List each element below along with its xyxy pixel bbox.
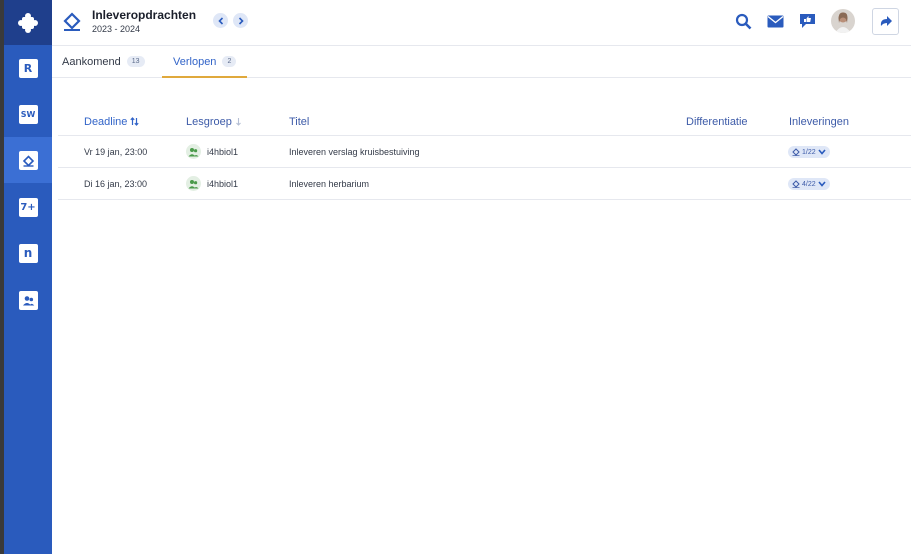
previous-year-button[interactable]	[213, 13, 228, 28]
column-header-titel[interactable]: Titel	[289, 116, 309, 128]
thumbs-up-chat-icon	[799, 14, 815, 28]
inlever-icon	[792, 148, 800, 156]
inleveringen-count: 4/22	[802, 180, 816, 188]
inleveropdrachten-app-icon	[63, 12, 81, 31]
sidebar-item-inleveropdrachten[interactable]	[4, 137, 52, 183]
inleveringen-dropdown[interactable]: 4/22	[788, 178, 830, 190]
table-header: Deadline Lesgroep Titel Differentiatie I…	[58, 110, 911, 136]
lesgroep-cell: i4hbiol1	[207, 147, 239, 157]
sidebar-item-rooster[interactable]: R	[4, 45, 52, 91]
search-icon	[735, 13, 751, 29]
studiewijzer-icon: SW	[18, 104, 38, 124]
sidebar: R SW 7+ n	[4, 0, 52, 554]
tab-bar: Aankomend 13 Verlopen 2	[52, 46, 911, 78]
user-photo-icon	[835, 12, 851, 33]
rooster-glyph: R	[23, 61, 33, 75]
school-year: 2023 - 2024	[92, 24, 141, 34]
column-label: Lesgroep	[186, 116, 232, 128]
count-badge: 13	[126, 56, 145, 67]
chevron-down-icon	[818, 149, 826, 155]
sort-arrow-icon	[236, 118, 241, 126]
titel-cell[interactable]: Inleveren herbarium	[289, 179, 369, 189]
assignments-table: Deadline Lesgroep Titel Differentiatie I…	[58, 110, 911, 200]
group-icon	[186, 176, 201, 191]
search-button[interactable]	[733, 11, 753, 31]
tab-aankomend[interactable]: Aankomend 13	[62, 46, 145, 77]
sidebar-item-notities[interactable]: n	[4, 230, 52, 276]
group-icon	[186, 144, 201, 159]
lesgroep-cell: i4hbiol1	[207, 179, 239, 189]
column-header-deadline[interactable]: Deadline	[84, 116, 140, 128]
messages-button[interactable]	[765, 11, 785, 31]
column-header-lesgroep[interactable]: Lesgroep	[186, 116, 242, 128]
groepen-icon	[18, 290, 38, 310]
page-title: Inleveropdrachten	[92, 8, 197, 22]
inleveropdrachten-icon	[18, 150, 38, 170]
deadline-cell: Vr 19 jan, 23:00	[84, 147, 148, 157]
sort-descending-icon	[130, 117, 140, 126]
cijfers-glyph: 7+	[20, 201, 36, 213]
feedback-button[interactable]	[797, 11, 817, 31]
logout-arrow-icon	[880, 16, 892, 26]
inleveringen-dropdown[interactable]: 1/22	[788, 146, 830, 158]
sidebar-item-cijfers[interactable]: 7+	[4, 184, 52, 230]
tab-label: Aankomend	[62, 55, 121, 68]
table-row[interactable]: Vr 19 jan, 23:00 i4hbiol1 Inleveren vers…	[58, 136, 911, 168]
next-year-button[interactable]	[233, 13, 248, 28]
titel-cell[interactable]: Inleveren verslag kruisbestuiving	[289, 147, 420, 157]
cijfers-icon: 7+	[18, 197, 38, 217]
chevron-down-icon	[818, 181, 826, 187]
envelope-icon	[767, 15, 783, 27]
column-header-differentiatie[interactable]: Differentiatie	[686, 116, 748, 128]
inlever-icon	[792, 180, 800, 188]
puzzle-icon	[18, 12, 38, 33]
app-logo[interactable]	[4, 0, 52, 45]
top-bar: Inleveropdrachten 2023 - 2024	[52, 0, 911, 46]
sidebar-item-studiewijzer[interactable]: SW	[4, 91, 52, 137]
column-header-inleveringen[interactable]: Inleveringen	[789, 116, 849, 128]
studiewijzer-glyph: SW	[20, 109, 36, 119]
chevron-left-icon	[217, 16, 223, 25]
table-row[interactable]: Di 16 jan, 23:00 i4hbiol1 Inleveren herb…	[58, 168, 911, 200]
avatar[interactable]	[831, 9, 855, 33]
tab-label: Verlopen	[173, 55, 217, 68]
logout-button[interactable]	[872, 8, 899, 35]
notities-glyph: n	[23, 246, 33, 260]
rooster-icon: R	[18, 58, 38, 78]
active-tab-indicator	[162, 76, 248, 78]
inleveringen-count: 1/22	[802, 148, 816, 156]
sidebar-item-groepen[interactable]	[4, 277, 52, 323]
notities-icon: n	[18, 243, 38, 263]
deadline-cell: Di 16 jan, 23:00	[84, 179, 148, 189]
column-label: Deadline	[84, 116, 128, 128]
tab-verlopen[interactable]: Verlopen 2	[162, 46, 248, 78]
chevron-right-icon	[238, 16, 244, 25]
count-badge: 2	[222, 56, 237, 67]
